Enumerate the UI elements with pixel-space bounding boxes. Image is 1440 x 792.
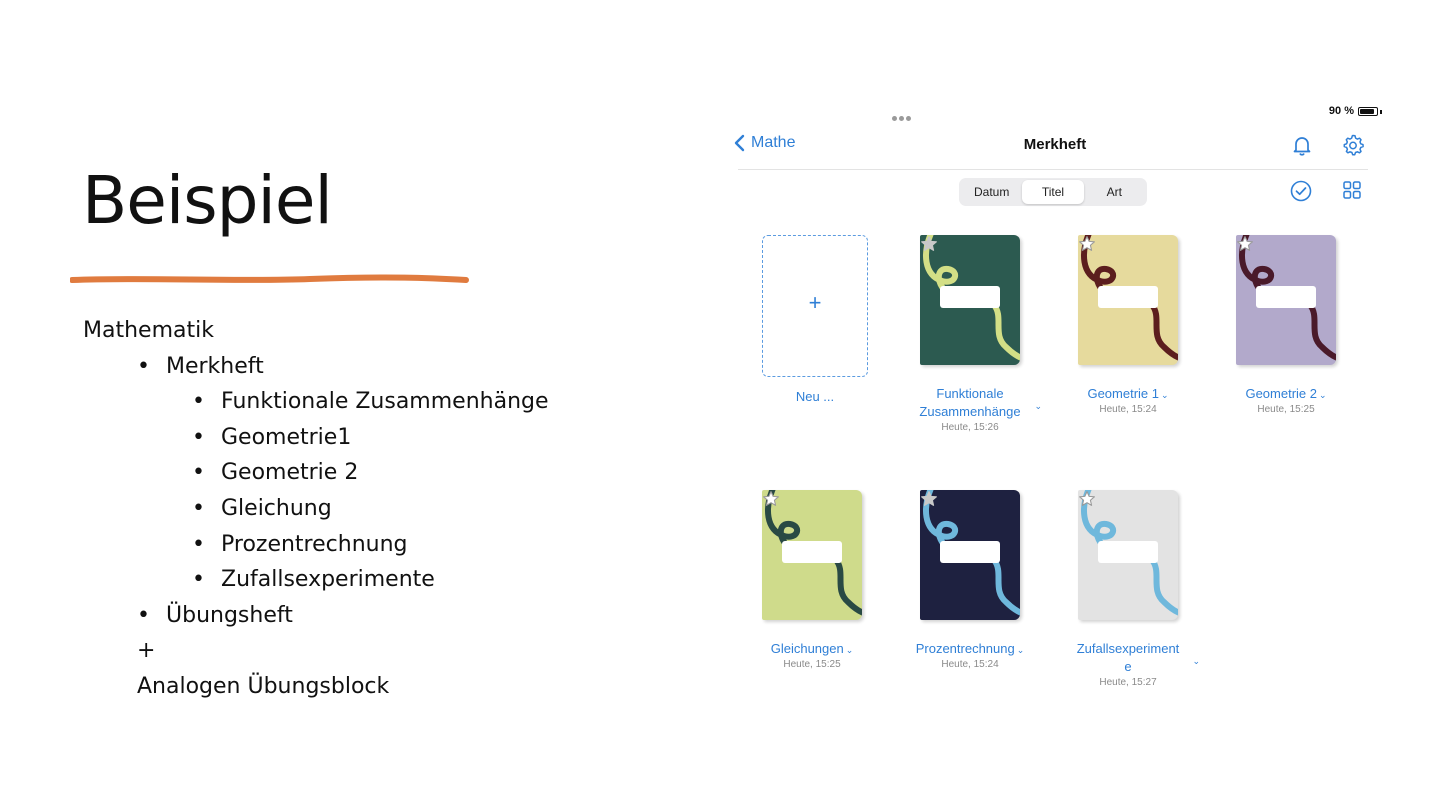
bullet-icon: • — [192, 531, 205, 557]
slide-title: Beispiel — [82, 162, 333, 239]
notebook-title-line: Geometrie 1 — [1087, 386, 1159, 401]
outline-item: Funktionale Zusammenhänge — [221, 389, 549, 415]
notebook-cover — [762, 490, 862, 620]
bullet-icon: • — [192, 389, 205, 415]
notebook-date: Heute, 15:26 — [941, 422, 999, 433]
sort-tab-art[interactable]: Art — [1084, 180, 1145, 204]
nav-divider — [738, 169, 1368, 170]
cover-label-box — [940, 541, 1000, 563]
title-underline — [70, 274, 469, 283]
star-icon[interactable] — [1078, 490, 1096, 508]
bullet-icon: • — [192, 567, 205, 593]
notebook-title-line: Prozentrechnung — [915, 641, 1015, 656]
sort-tab-datum[interactable]: Datum — [961, 180, 1022, 204]
new-notebook-button[interactable]: + — [762, 235, 868, 377]
outline-item: Mathematik — [83, 318, 214, 343]
outline-item: Analogen Übungsblock — [137, 674, 390, 699]
notebook-title-line: Gleichungen — [770, 641, 844, 656]
chevron-down-icon[interactable]: ⌄ — [1017, 645, 1025, 655]
notebook-card[interactable] — [920, 235, 1024, 367]
outline-item: Übungsheft — [166, 602, 293, 628]
sort-tab-titel[interactable]: Titel — [1022, 180, 1084, 204]
notebook-title-line: Geometrie 2 — [1245, 386, 1317, 401]
battery-icon — [1358, 107, 1378, 116]
notebook-date: Heute, 15:24 — [941, 659, 999, 670]
notebook-card[interactable] — [762, 490, 866, 622]
bullet-icon: • — [137, 602, 150, 628]
notebook-title[interactable]: Gleichungen ⌄ — [732, 640, 892, 659]
plus-icon: + — [808, 290, 822, 315]
notebook-date: Heute, 15:25 — [783, 659, 841, 670]
new-notebook-label[interactable]: Neu ... — [762, 388, 868, 406]
star-icon[interactable] — [920, 235, 938, 253]
sort-control: Datum Titel Art — [959, 178, 1147, 206]
chevron-down-icon[interactable]: ⌄ — [1319, 390, 1327, 400]
star-icon[interactable] — [920, 490, 938, 508]
notebook-title[interactable]: Geometrie 1 ⌄ — [1048, 385, 1208, 404]
chevron-down-icon[interactable]: ⌄ — [1161, 390, 1169, 400]
bell-icon[interactable] — [1290, 133, 1314, 157]
notebook-card[interactable] — [1078, 490, 1182, 622]
notebook-card[interactable] — [1236, 235, 1340, 367]
outline-item: Geometrie1 — [221, 424, 352, 450]
multitasking-dots[interactable] — [892, 108, 916, 121]
star-icon[interactable] — [1078, 235, 1096, 253]
notebook-title-line: Zusammenhänge — [919, 404, 1021, 419]
chevron-down-icon[interactable]: ⌄ — [1192, 652, 1200, 670]
notebook-date: Heute, 15:24 — [1099, 404, 1157, 415]
notebook-title-line: Zufallsexperiment — [1076, 641, 1180, 656]
notebook-card[interactable] — [920, 490, 1024, 622]
outline-item: + — [137, 638, 156, 664]
chevron-down-icon[interactable]: ⌄ — [846, 645, 854, 655]
notebook-title[interactable]: Geometrie 2 ⌄ — [1206, 385, 1366, 404]
notebook-cover — [920, 490, 1020, 620]
notebook-cover — [1078, 490, 1178, 620]
cover-label-box — [940, 286, 1000, 308]
notebook-title[interactable]: Funktionale Zusammenhänge ⌄ — [890, 385, 1050, 421]
notebook-card[interactable] — [1078, 235, 1182, 367]
bullet-icon: • — [192, 424, 205, 450]
notebook-cover — [1078, 235, 1178, 365]
chevron-down-icon[interactable]: ⌄ — [1034, 397, 1042, 415]
star-icon[interactable] — [1236, 235, 1254, 253]
page-title: Merkheft — [1023, 136, 1087, 153]
outline-item: Prozentrechnung — [221, 531, 408, 557]
battery-percent: 90 % — [1328, 105, 1354, 117]
battery-cap — [1380, 110, 1382, 114]
notebook-title[interactable]: Zufallsexperiment e ⌄ — [1048, 640, 1208, 676]
notebook-title-line: Funktionale — [936, 386, 1004, 401]
star-icon[interactable] — [762, 490, 780, 508]
notebook-cover — [920, 235, 1020, 365]
bullet-icon: • — [192, 496, 205, 521]
notebook-date: Heute, 15:27 — [1099, 677, 1157, 688]
outline-item: Zufallsexperimente — [221, 567, 435, 593]
cover-label-box — [1256, 286, 1316, 308]
gear-icon[interactable] — [1341, 133, 1365, 157]
outline-item: Merkheft — [166, 353, 264, 379]
grid-view-icon[interactable] — [1342, 180, 1362, 200]
cover-label-box — [1098, 541, 1158, 563]
notebook-title-line: e — [1124, 659, 1132, 674]
outline-item: Gleichung — [221, 496, 332, 521]
bullet-icon: • — [192, 460, 205, 486]
notebook-date: Heute, 15:25 — [1257, 404, 1315, 415]
bullet-icon: • — [137, 353, 150, 379]
outline-item: Geometrie 2 — [221, 460, 359, 486]
cover-label-box — [782, 541, 842, 563]
notebook-cover — [1236, 235, 1336, 365]
notebook-title[interactable]: Prozentrechnung ⌄ — [890, 640, 1050, 659]
select-checkmark-icon[interactable] — [1290, 180, 1312, 202]
cover-label-box — [1098, 286, 1158, 308]
notebook-app: 90 % Mathe Merkheft Datum Titel Art + Neu … — [722, 100, 1388, 720]
